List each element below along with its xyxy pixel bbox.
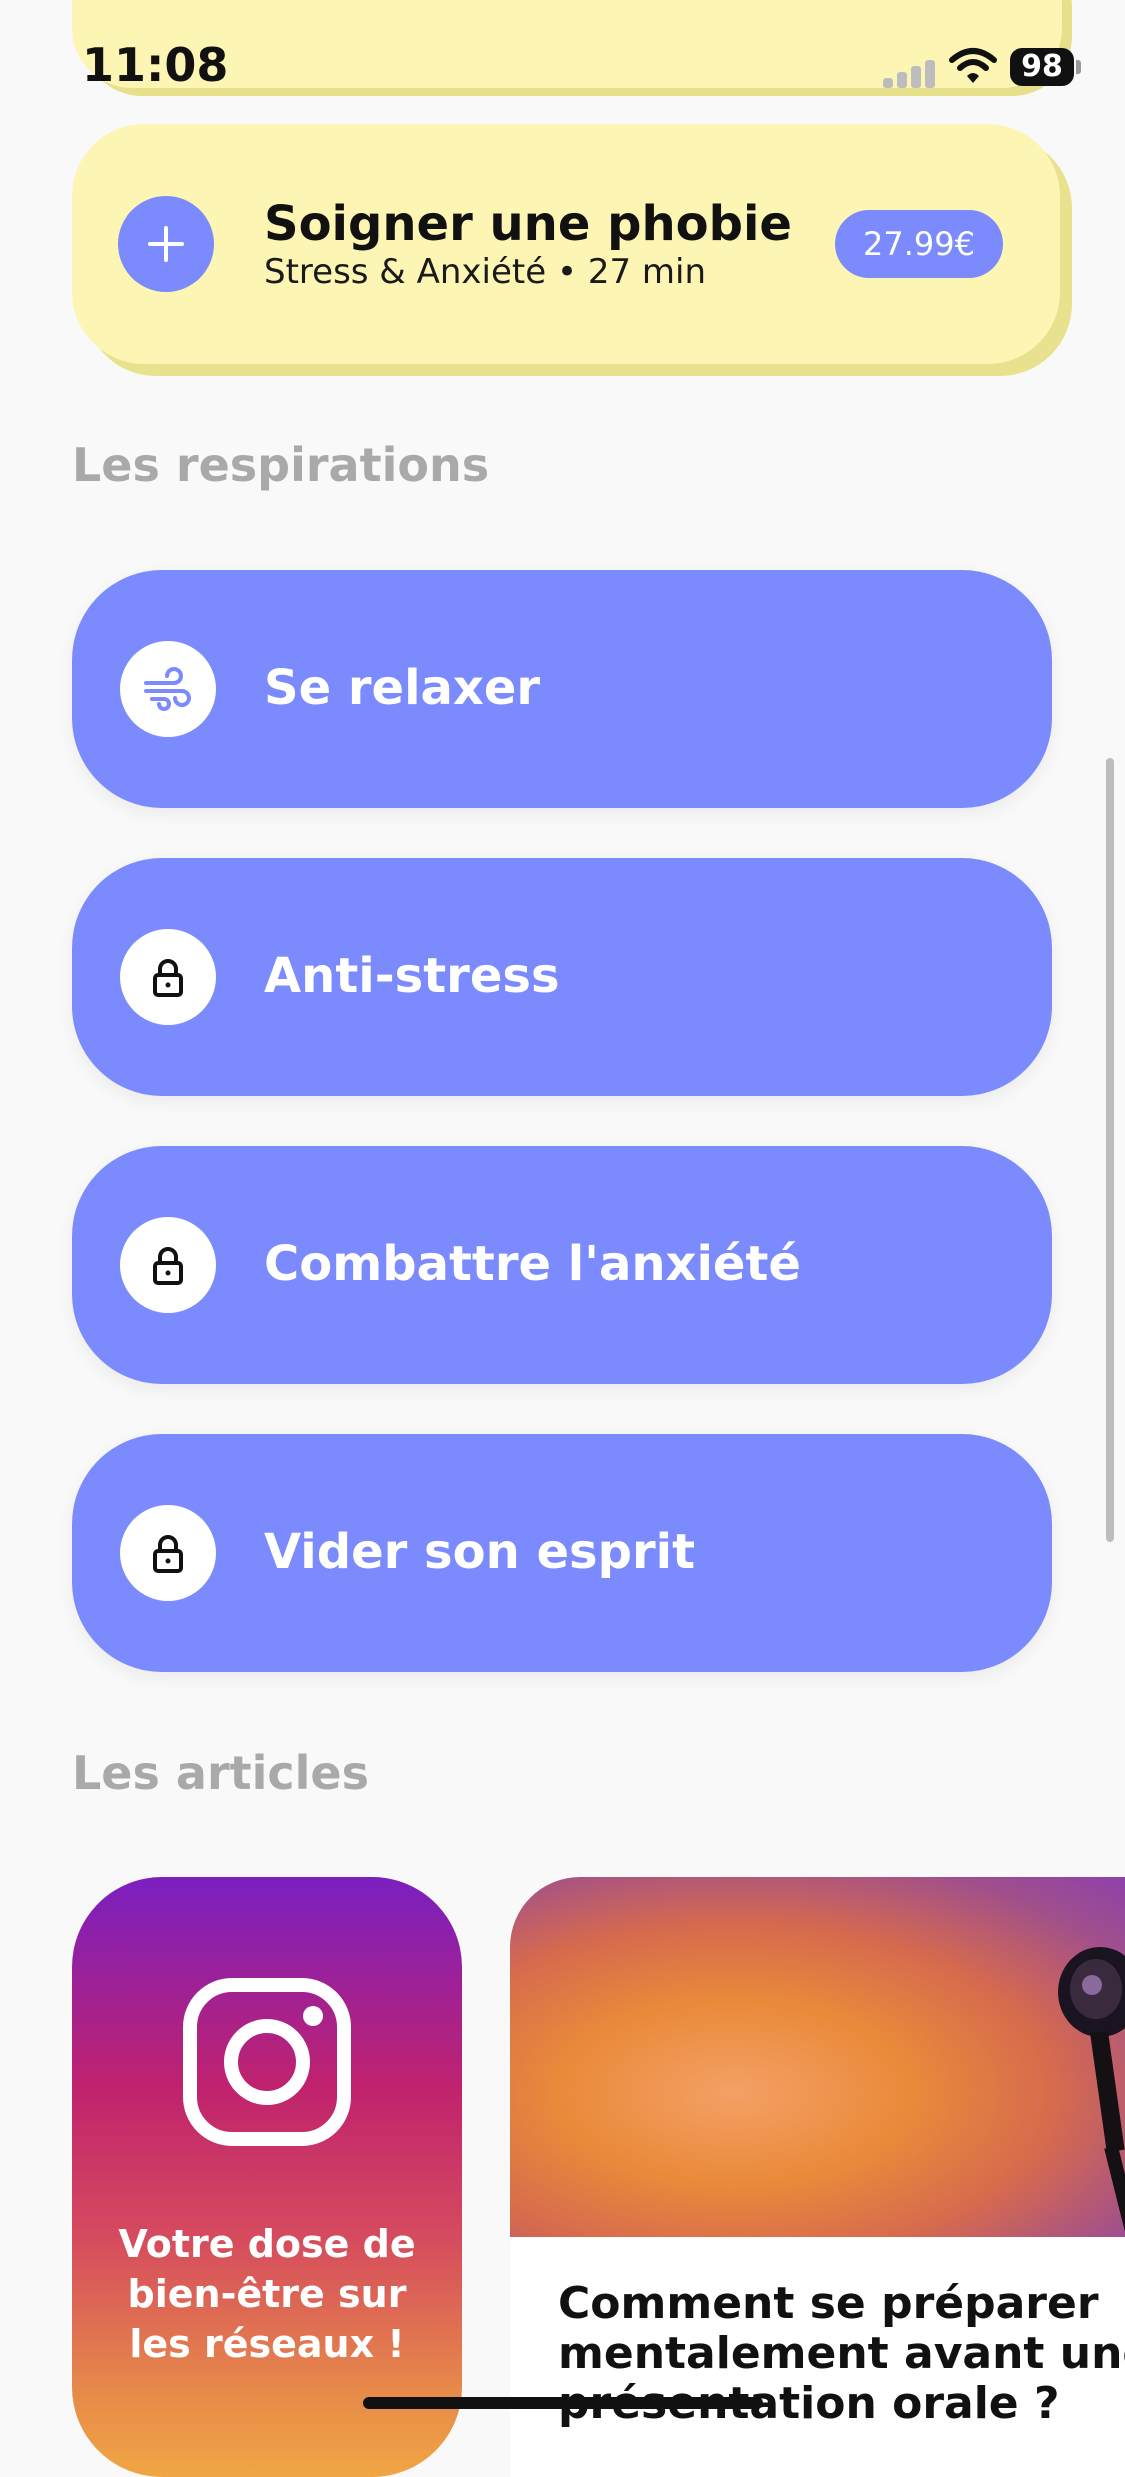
plus-icon[interactable] xyxy=(118,196,214,292)
breathing-item-combattre-anxiete[interactable]: Combattre l'anxiété xyxy=(72,1146,1052,1384)
lock-icon xyxy=(120,929,216,1025)
vertical-scrollbar[interactable] xyxy=(1106,758,1114,1542)
microphone-image xyxy=(1058,1947,1125,2237)
session-title: Soigner une phobie xyxy=(264,196,792,252)
wifi-icon xyxy=(949,48,997,83)
wind-icon xyxy=(120,641,216,737)
breathing-item-se-relaxer[interactable]: Se relaxer xyxy=(72,570,1052,808)
article-image xyxy=(510,1877,1125,2237)
section-title-respirations: Les respirations xyxy=(72,438,490,492)
breathing-item-label: Se relaxer xyxy=(264,660,541,716)
home-indicator[interactable] xyxy=(363,2397,763,2409)
price-badge[interactable]: 27.99€ xyxy=(835,210,1003,278)
battery-icon: 98 xyxy=(1010,48,1074,86)
article-card-presentation-orale[interactable]: Comment se préparer mentalement avant un… xyxy=(510,1877,1125,2477)
breathing-item-label: Combattre l'anxiété xyxy=(264,1236,801,1292)
phobia-session-card[interactable]: Soigner une phobie Stress & Anxiété • 27… xyxy=(72,124,1060,364)
cellular-signal-icon xyxy=(883,58,939,88)
status-bar: 11:08 98 xyxy=(0,0,1125,130)
lock-icon xyxy=(120,1217,216,1313)
breathing-item-label: Vider son esprit xyxy=(264,1524,696,1580)
article-card-instagram[interactable]: Votre dose de bien-être sur les réseaux … xyxy=(72,1877,462,2477)
breathing-item-label: Anti-stress xyxy=(264,948,560,1004)
session-subtitle: Stress & Anxiété • 27 min xyxy=(264,252,707,292)
article-title: Votre dose de bien-être sur les réseaux … xyxy=(118,2222,416,2366)
breathing-item-anti-stress[interactable]: Anti-stress xyxy=(72,858,1052,1096)
section-title-articles: Les articles xyxy=(72,1746,370,1800)
breathing-item-vider-son-esprit[interactable]: Vider son esprit xyxy=(72,1434,1052,1672)
status-time: 11:08 xyxy=(82,38,229,92)
battery-tip xyxy=(1076,60,1081,74)
instagram-icon xyxy=(183,1978,351,2146)
lock-icon xyxy=(120,1505,216,1601)
